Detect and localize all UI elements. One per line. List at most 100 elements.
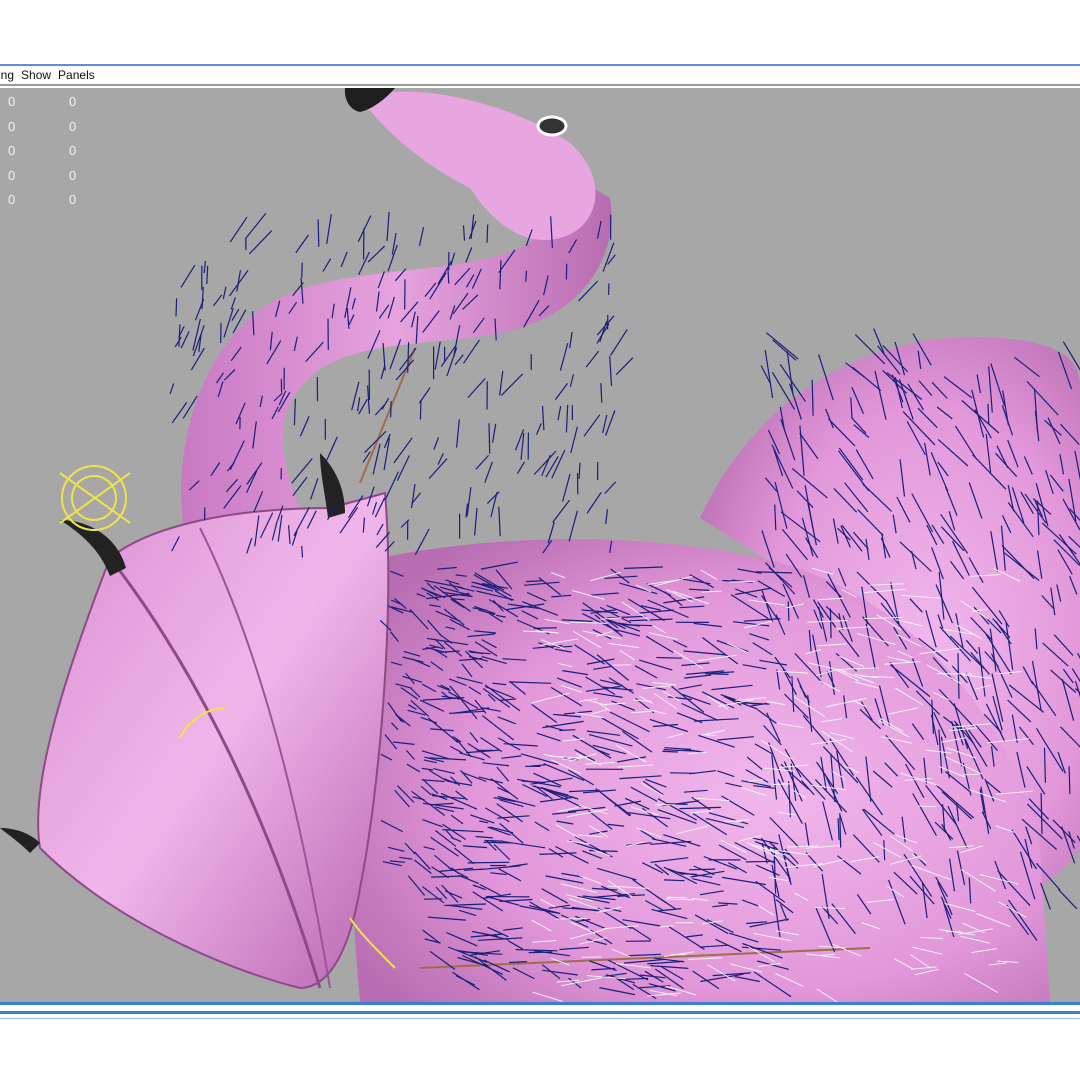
hud-readout: 00 00 00 00 00 [8,90,76,213]
fur-guide-stroke [562,474,571,502]
fur-guide-stroke [324,436,338,464]
fur-guide-stroke [578,462,581,480]
hud-row: 00 [8,94,77,109]
fur-guide-stroke [293,398,296,426]
fur-guide-stroke [381,397,390,410]
fur-guide-stroke [454,354,464,366]
fur-guide-stroke [766,332,799,360]
fur-guide-stroke [729,580,755,583]
fur-guide-stroke [380,365,386,380]
window-bottom-border-2 [0,1011,1080,1014]
fur-guide-stroke [178,324,181,347]
fur-guide-stroke [663,879,685,882]
fur-guide-stroke [667,803,688,805]
fur-guide-stroke [295,234,309,254]
fur-guide-stroke [586,492,602,514]
fur-guide-stroke [434,341,441,370]
fur-guide-stroke [229,216,248,243]
hud-row: 00 [8,192,77,207]
fur-guide-stroke [605,410,616,436]
fur-guide-stroke [322,258,332,272]
fur-guide-stroke [779,363,806,402]
fur-guide-stroke [340,251,348,268]
eye [536,115,568,137]
fur-guide-stroke [516,461,526,475]
fur-guide-stroke [418,227,425,246]
window-bottom-border-3 [0,1018,1080,1019]
fur-guide-stroke [301,546,304,558]
fur-guide-stroke [987,403,990,425]
fur-guide-stroke [491,841,502,844]
fur-guide-stroke [462,225,466,241]
fur-guide-stroke [490,492,498,518]
fur-guide-stroke [602,414,608,434]
fur-guide-stroke [918,805,937,808]
menu-panels[interactable]: Panels [58,68,102,82]
fur-guide-stroke [387,244,398,272]
fur-guide-stroke [433,437,440,450]
fur-guide-stroke [244,212,267,240]
fur-guide-stroke [552,499,570,523]
fur-guide-stroke [568,510,578,542]
fur-guide-stroke [203,260,206,274]
fur-guide-stroke [180,264,196,288]
fur-guide-stroke [498,506,501,537]
fur-guide-stroke [500,373,524,396]
claw-1 [60,520,126,576]
fur-guide-stroke [520,432,525,460]
fur-guide-stroke [456,419,460,448]
fur-guide-stroke [310,478,319,500]
fur-guide-stroke [688,868,716,871]
fur-guide-stroke [787,601,790,621]
fur-guide-stroke [357,215,372,242]
3d-viewport[interactable]: 00 00 00 00 00 [0,88,1080,1002]
fur-guide-stroke [467,377,486,399]
fur-guide-stroke [367,245,386,263]
fur-guide-stroke [474,507,478,536]
fur-guide-stroke [488,423,491,454]
fur-guide-stroke [175,298,178,317]
fur-guide-stroke [230,297,236,310]
fur-guide-stroke [326,214,332,244]
fur-guide-stroke [525,270,528,282]
fur-guide-stroke [357,397,361,412]
fur-guide-stroke [1068,766,1071,795]
fur-guide-stroke [873,328,886,356]
fur-guide-stroke [386,211,390,242]
fur-guide-stroke [229,270,249,297]
fur-guide-stroke [180,331,190,349]
claw-3 [0,828,40,853]
fur-guide-stroke [605,509,609,524]
fur-guide-stroke [299,416,310,437]
fur-guide-stroke [358,398,368,415]
fur-guide-stroke [364,430,387,454]
fur-guide-stroke [569,331,573,349]
fur-guide-stroke [556,918,587,920]
front-wing [37,491,390,990]
fur-guide-stroke [559,342,569,371]
fur-guide-stroke [533,450,557,476]
menu-shading[interactable]: ing [0,68,21,82]
fur-guide-stroke [248,230,273,255]
head [360,91,596,240]
fur-guide-stroke [201,286,204,310]
fur-guide-stroke [393,437,413,464]
fur-guide-stroke [705,673,729,675]
fur-guide-stroke [467,861,510,864]
fur-guide-stroke [612,664,632,666]
fur-guide-stroke [772,339,797,361]
fur-guide-stroke [418,387,431,404]
fur-guide-stroke [600,383,603,403]
window-bottom-border [0,1002,1080,1005]
hud-row: 00 [8,118,77,134]
fur-guide-stroke [604,481,617,495]
fur-guide-stroke [541,405,545,431]
fur-guide-stroke [317,219,320,247]
fur-guide-stroke [475,454,490,470]
menu-show[interactable]: Show [21,68,58,82]
fur-guide-stroke [484,461,493,483]
fur-guide-stroke [615,357,634,376]
fur-guide-stroke [169,383,175,395]
fur-guide-stroke [396,455,410,481]
fur-guide-stroke [609,329,628,356]
